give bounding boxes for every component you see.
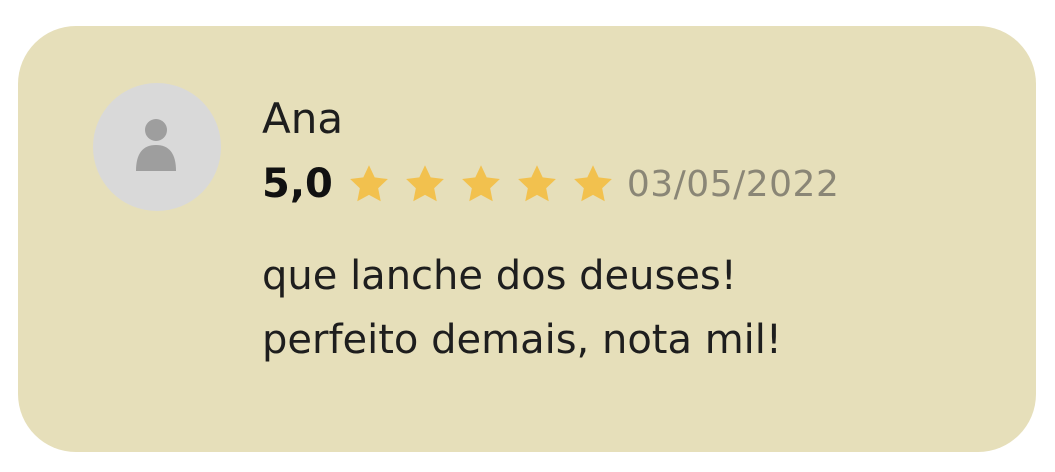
review-date: 03/05/2022 [626, 163, 840, 205]
star-icon [571, 162, 615, 206]
star-rating [347, 162, 627, 206]
comment-line: perfeito demais, nota mil! [262, 317, 782, 363]
star-icon [403, 162, 447, 206]
star-icon [459, 162, 503, 206]
comment-line: que lanche dos deuses! [262, 253, 737, 299]
review-comment: que lanche dos deuses! perfeito demais, … [262, 244, 982, 372]
avatar [93, 83, 221, 211]
review-card: Ana 5,0 03/05/2022 que lanche dos deuses… [18, 26, 1036, 452]
rating-row: 5,0 03/05/2022 [262, 156, 839, 212]
star-icon [347, 162, 391, 206]
star-icon [515, 162, 559, 206]
user-placeholder-icon [136, 119, 176, 171]
reviewer-name: Ana [262, 94, 344, 143]
rating-score: 5,0 [262, 161, 333, 207]
